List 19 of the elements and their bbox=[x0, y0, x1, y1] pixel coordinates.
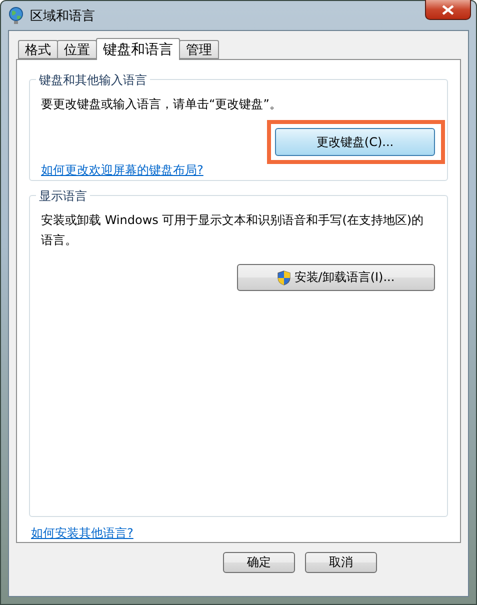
window-title: 区域和语言 bbox=[30, 8, 95, 24]
dialog-button[interactable]: 确定 bbox=[223, 552, 295, 573]
close-icon bbox=[442, 4, 454, 14]
group-title: 键盘和其他输入语言 bbox=[36, 72, 150, 89]
tab[interactable]: 格式 bbox=[18, 40, 58, 59]
change-keyboard-button[interactable]: 更改键盘(C)... bbox=[275, 128, 435, 156]
tab[interactable]: 位置 bbox=[57, 40, 97, 59]
globe-icon bbox=[8, 6, 24, 24]
help-link[interactable]: 如何更改欢迎屏幕的键盘布局? bbox=[41, 163, 204, 177]
close-button[interactable] bbox=[425, 0, 471, 20]
group-title: 显示语言 bbox=[36, 188, 90, 205]
dialog-button[interactable]: 取消 bbox=[305, 552, 377, 573]
description-text: 安装或卸载 Windows 可用于显示文本和识别语音和手写(在支持地区)的语言。 bbox=[40, 212, 425, 249]
tab[interactable]: 管理 bbox=[179, 40, 219, 59]
install-language-button[interactable]: 安装/卸载语言(I)... bbox=[237, 264, 435, 291]
help-link[interactable]: 如何安装其他语言? bbox=[31, 526, 134, 540]
description-text: 要更改键盘或输入语言，请单击“更改键盘”。 bbox=[40, 96, 282, 113]
shield-icon bbox=[277, 270, 292, 286]
tab[interactable]: 键盘和语言 bbox=[96, 38, 180, 60]
